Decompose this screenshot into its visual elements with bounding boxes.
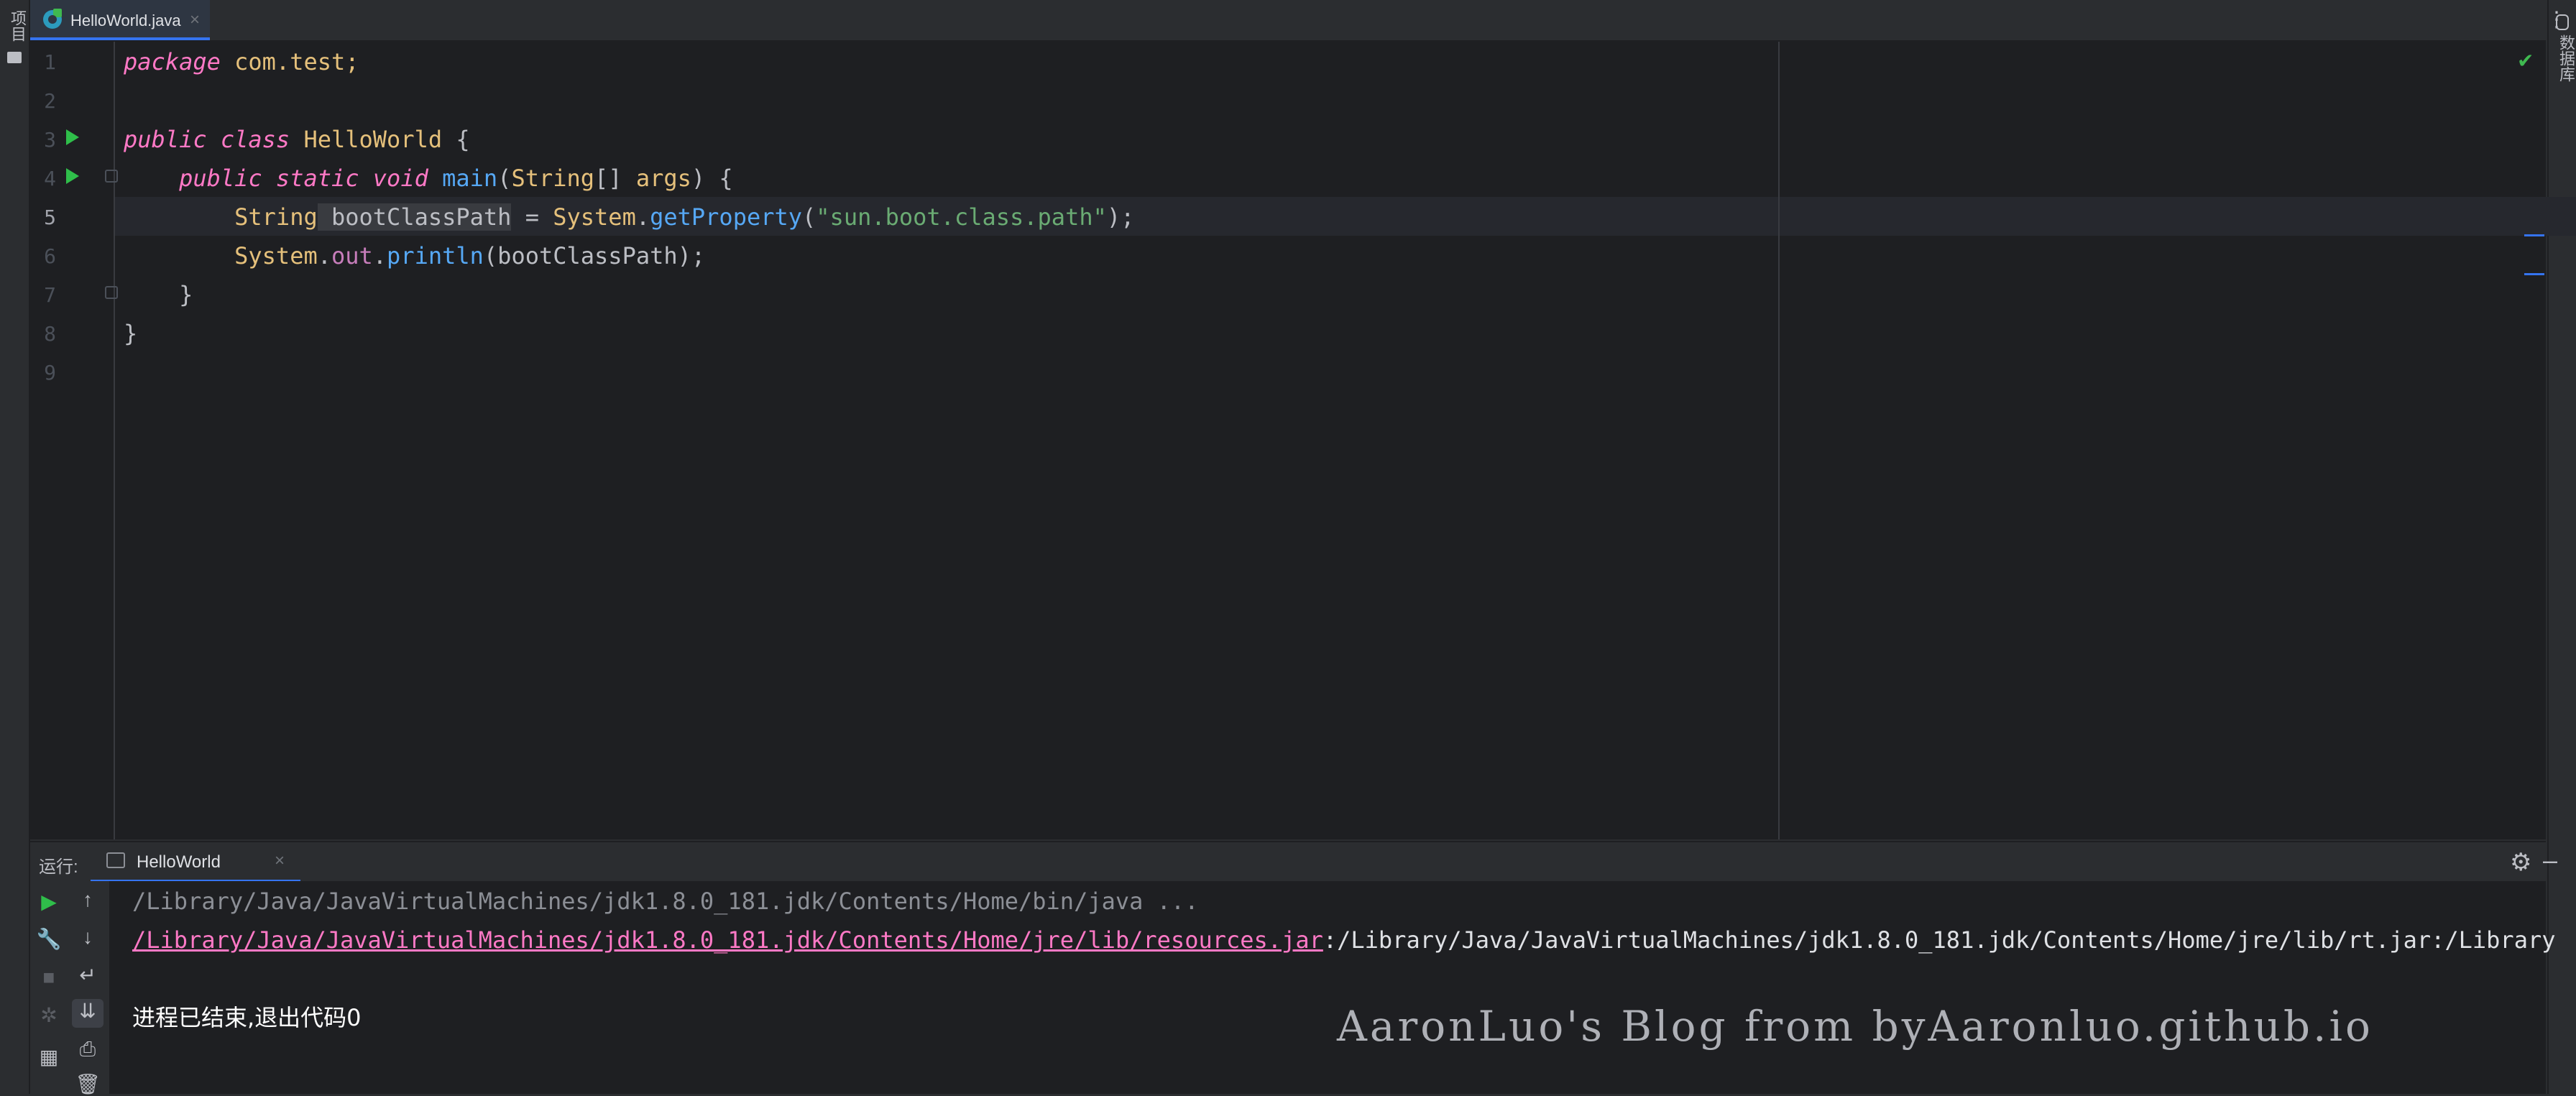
console-icon — [106, 852, 125, 868]
console-line-classpath: /Library/Java/JavaVirtualMachines/jdk1.8… — [132, 926, 2555, 954]
code-line-7: } — [124, 281, 193, 308]
trash-icon[interactable]: 🗑 — [72, 1072, 104, 1096]
line-number: 8 — [44, 322, 56, 346]
code-line-1: package com.test; — [124, 47, 359, 76]
code-line-8: } — [124, 320, 138, 347]
fold-icon[interactable] — [105, 286, 118, 299]
keyword: public — [179, 165, 262, 192]
type-name: String — [234, 203, 318, 231]
variable-highlighted: bootClassPath — [317, 203, 512, 231]
class-ref: System — [234, 242, 318, 270]
debug-icon[interactable]: ✲ — [33, 1003, 65, 1027]
console-path-link[interactable]: /Library/Java/JavaVirtualMachines/jdk1.8… — [132, 926, 1323, 954]
field-ref: out — [331, 242, 373, 270]
inspection-ok-icon[interactable]: ✔ — [2517, 49, 2534, 73]
punctuation: [] — [594, 165, 636, 192]
close-icon[interactable]: × — [275, 851, 285, 871]
more-options-icon[interactable]: ⋮ — [2546, 7, 2567, 32]
run-tab-label: HelloWorld — [137, 852, 221, 872]
gear-icon[interactable]: ⚙ — [2510, 848, 2531, 877]
run-console[interactable]: ▶ 🔧 ■ ✲ ▦ ↑ ↓ ↵ ⇊ ⎙ 🗑 /Library/Java/Java… — [30, 881, 2555, 1096]
scroll-marker[interactable] — [2524, 234, 2544, 236]
run-tab-helloworld[interactable]: HelloWorld × — [91, 842, 300, 883]
java-class-icon — [43, 9, 62, 29]
keyword: void — [359, 165, 428, 192]
type-name: String — [511, 165, 595, 192]
console-exit-message: 进程已结束,退出代码0 — [132, 1004, 362, 1031]
punctuation: . — [317, 242, 331, 270]
package-name: com.test; — [220, 48, 359, 75]
code-line-6: System.out.println(bootClassPath); — [124, 241, 705, 270]
code-line-5: String bootClassPath = System.getPropert… — [124, 203, 1134, 231]
line-number: 1 — [44, 50, 56, 74]
soft-wrap-icon[interactable]: ↵ — [72, 963, 104, 987]
punctuation: ); — [1106, 203, 1135, 231]
editor-tab-helloworld[interactable]: HelloWorld.java × — [30, 0, 210, 40]
punctuation: ( — [802, 203, 816, 231]
fold-icon[interactable] — [105, 170, 118, 183]
print-icon[interactable]: ⎙ — [72, 1038, 104, 1062]
line-number: 6 — [44, 244, 56, 268]
console-line-command: /Library/Java/JavaVirtualMachines/jdk1.8… — [132, 888, 1199, 915]
code-line-4: public static void main(String[] args) { — [124, 164, 733, 193]
database-tool-label[interactable]: 数据库 — [2554, 34, 2576, 82]
parameter: args — [635, 165, 691, 192]
punctuation: { — [442, 126, 470, 153]
editor-gutter: 1 2 3 4 5 6 7 8 9 — [30, 42, 118, 839]
line-number: 5 — [44, 206, 56, 229]
run-class-icon[interactable] — [66, 129, 79, 145]
keyword: class — [206, 126, 290, 153]
punctuation: ) { — [691, 165, 733, 192]
run-tool-window-header: 运行: HelloWorld × ⚙ – — [30, 841, 2557, 883]
arrow-down-icon[interactable]: ↓ — [72, 926, 104, 949]
line-number: 9 — [44, 361, 56, 384]
punctuation: . — [372, 242, 387, 270]
punctuation: ( — [497, 165, 512, 192]
wrench-icon[interactable]: 🔧 — [33, 927, 65, 951]
project-tool-label[interactable]: 项目 — [6, 10, 29, 42]
scroll-marker[interactable] — [2524, 273, 2544, 275]
stop-icon[interactable]: ■ — [33, 966, 65, 989]
keyword: static — [262, 165, 359, 192]
method-call: println — [387, 242, 484, 270]
editor-tab-bar: HelloWorld.java × ⋮ — [30, 0, 2567, 42]
layout-icon[interactable]: ▦ — [33, 1045, 65, 1069]
folder-icon[interactable] — [7, 52, 22, 63]
right-margin-guide — [1778, 42, 1780, 839]
scroll-to-end-icon[interactable]: ⇊ — [72, 999, 104, 1028]
method-call: getProperty — [650, 203, 803, 231]
code-editor[interactable]: 1 2 3 4 5 6 7 8 9 package com.test; publ… — [30, 42, 2576, 839]
operator: = — [511, 203, 553, 231]
class-name: HelloWorld — [290, 126, 443, 153]
line-number: 7 — [44, 283, 56, 307]
line-number: 3 — [44, 128, 56, 152]
code-line-3: public class HelloWorld { — [124, 125, 470, 154]
blog-watermark: AaronLuo's Blog from byAaronluo.github.i… — [1337, 1002, 2373, 1051]
punctuation: . — [635, 203, 650, 231]
keyword: public — [124, 126, 207, 153]
run-panel-title: 运行: — [39, 857, 78, 877]
editor-tab-label: HelloWorld.java — [70, 11, 181, 29]
close-icon[interactable]: × — [190, 10, 200, 30]
minimize-icon[interactable]: – — [2543, 845, 2557, 875]
run-toolbar: ▶ 🔧 ■ ✲ ▦ ↑ ↓ ↵ ⇊ ⎙ 🗑 — [30, 881, 111, 1096]
left-tool-strip: 项目 — [0, 0, 30, 1094]
arguments: (bootClassPath); — [483, 242, 706, 270]
method-name: main — [428, 165, 498, 192]
line-number: 4 — [44, 167, 56, 190]
string-literal: "sun.boot.class.path" — [816, 203, 1107, 231]
arrow-up-icon[interactable]: ↑ — [72, 888, 104, 911]
run-main-icon[interactable] — [66, 168, 79, 184]
class-ref: System — [553, 203, 636, 231]
line-number: 2 — [44, 89, 56, 113]
keyword: package — [124, 48, 221, 75]
rerun-icon[interactable]: ▶ — [33, 890, 65, 913]
console-classpath-rest: :/Library/Java/JavaVirtualMachines/jdk1.… — [1322, 926, 2556, 954]
